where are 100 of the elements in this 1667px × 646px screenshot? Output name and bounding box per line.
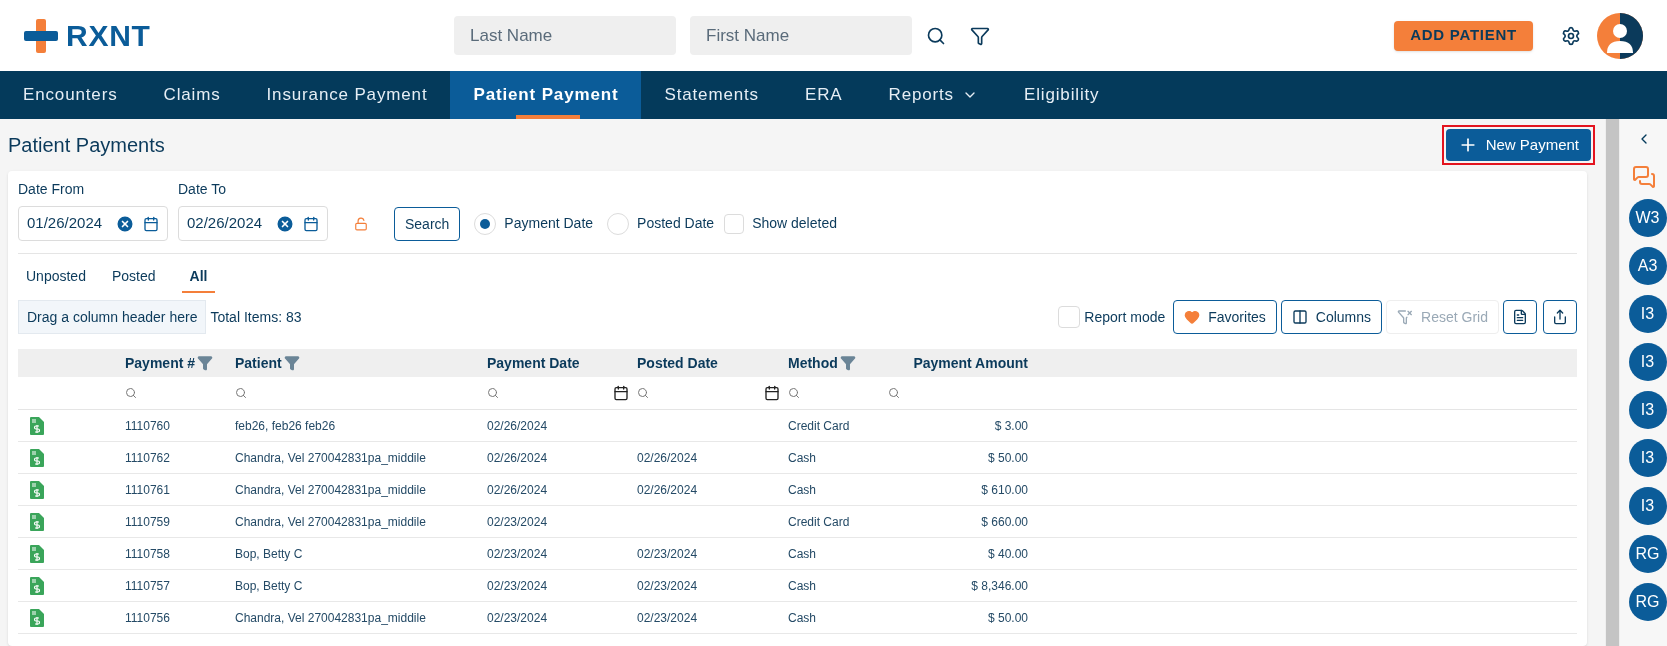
table-cell: 1110758 [125, 546, 170, 561]
logo-text: RXNT [66, 18, 151, 54]
table-cell: 02/23/2024 [487, 578, 548, 593]
settings-icon[interactable] [1561, 25, 1581, 46]
user-avatar[interactable]: I3 [1628, 439, 1667, 477]
filter-tab[interactable]: All [181, 266, 216, 293]
scrollbar[interactable] [1605, 119, 1620, 646]
table-cell: 1110760 [125, 418, 170, 433]
column-header[interactable]: Payment Date [487, 352, 580, 374]
table-cell: Cash [788, 450, 816, 465]
receipt-icon[interactable] [30, 448, 44, 467]
table-cell: 1110761 [125, 482, 170, 497]
receipt-icon[interactable] [30, 608, 44, 627]
user-avatar[interactable]: I3 [1628, 391, 1667, 429]
nav-tab[interactable]: Encounters [0, 71, 141, 119]
table-cell: $ 610.00 [981, 482, 1028, 497]
heart-icon [1184, 309, 1201, 325]
filter-icon[interactable] [970, 25, 990, 46]
table-cell: 1110757 [125, 578, 170, 593]
column-filter-icon[interactable] [197, 355, 214, 371]
receipt-icon[interactable] [30, 480, 44, 499]
column-header[interactable]: Payment Amount [913, 352, 1028, 374]
nav-tab[interactable]: Eligibility [1001, 71, 1123, 119]
receipt-icon[interactable] [30, 512, 44, 531]
clear-icon[interactable] [275, 213, 295, 234]
search-icon[interactable] [926, 25, 946, 46]
table-cell: feb26, feb26 feb26 [235, 418, 336, 433]
table-cell: 1110762 [125, 450, 170, 465]
filter-tab[interactable]: Unposted [26, 266, 86, 293]
last-name-field[interactable]: Last Name [454, 16, 676, 55]
date-label: Date From [18, 180, 86, 199]
avatar-icon[interactable] [1597, 12, 1643, 59]
table-cell: 02/26/2024 [487, 482, 548, 497]
columns-icon [1291, 309, 1308, 325]
column-header[interactable]: Payment # [125, 352, 214, 374]
table-cell: $ 660.00 [981, 514, 1028, 529]
first-name-field[interactable]: First Name [690, 16, 912, 55]
total-items: Total Items: 83 [210, 307, 302, 327]
group-drop-area: Drag a column header here [18, 300, 207, 334]
pdf-export-button[interactable] [1503, 300, 1537, 334]
date-field[interactable]: 01/26/2024 [18, 206, 168, 241]
nav-tab[interactable]: Insurance Payment [243, 71, 451, 119]
table-cell: $ 50.00 [987, 450, 1028, 465]
active-tab-underline [516, 115, 581, 119]
table-cell: 02/23/2024 [637, 546, 698, 561]
table-cell: 02/23/2024 [487, 546, 548, 561]
receipt-icon[interactable] [30, 576, 44, 595]
table-cell: 02/26/2024 [487, 450, 548, 465]
column-filter-icon[interactable] [283, 355, 300, 371]
date-label: Date To [178, 180, 227, 199]
nav-tab[interactable]: Patient Payment [450, 71, 642, 119]
table-cell: Cash [788, 546, 816, 561]
calendar-icon[interactable] [143, 215, 159, 232]
calendar-icon[interactable] [613, 385, 629, 401]
add-patient-button[interactable]: ADD PATIENT [1394, 20, 1533, 51]
table-cell: 02/23/2024 [487, 514, 548, 529]
user-avatar[interactable]: I3 [1628, 343, 1667, 381]
user-avatar[interactable]: I3 [1628, 295, 1667, 333]
user-avatar[interactable]: RG [1628, 583, 1667, 621]
table-cell: Bop, Betty C [235, 578, 303, 593]
table-cell: Cash [788, 482, 816, 497]
nav-tab[interactable]: ERA [782, 71, 866, 119]
table-cell: Credit Card [788, 514, 850, 529]
nav-tab[interactable]: Claims [140, 71, 244, 119]
filter-off-icon [1397, 309, 1414, 325]
table-cell: 02/26/2024 [637, 450, 698, 465]
export-icon [1552, 309, 1568, 325]
filter-tab[interactable]: Posted [111, 266, 156, 293]
user-avatar[interactable]: A3 [1628, 247, 1667, 285]
new-payment-button[interactable]: New Payment [1445, 129, 1591, 161]
chat-icon[interactable] [1631, 165, 1656, 189]
calendar-icon[interactable] [303, 215, 319, 232]
nav-tab[interactable]: Statements [641, 71, 782, 119]
user-avatar[interactable]: W3 [1628, 199, 1667, 237]
receipt-icon[interactable] [30, 416, 44, 435]
user-avatar[interactable]: RG [1628, 535, 1667, 573]
table-cell: Chandra, Vel 270042831pa_middile [235, 482, 426, 497]
column-filter-icon[interactable] [839, 355, 856, 371]
receipt-icon[interactable] [30, 544, 44, 563]
column-header[interactable]: Posted Date [637, 352, 718, 374]
clear-icon[interactable] [115, 213, 135, 234]
table-cell: $ 8,346.00 [971, 578, 1028, 593]
search-button[interactable]: Search [394, 207, 461, 241]
table-cell: Bop, Betty C [235, 546, 303, 561]
unlock-icon[interactable] [354, 217, 368, 231]
radio-label: Posted Date [637, 214, 715, 233]
checkbox[interactable] [724, 213, 745, 234]
table-cell: Cash [788, 578, 816, 593]
calendar-icon[interactable] [764, 385, 780, 401]
column-header[interactable]: Method [788, 352, 856, 374]
toolbar-button[interactable]: Columns [1280, 300, 1383, 334]
toolbar-button[interactable]: Favorites [1173, 300, 1277, 334]
date-field[interactable]: 02/26/2024 [178, 206, 328, 241]
checkbox-label: Report mode [1084, 307, 1166, 327]
export-button[interactable] [1543, 300, 1577, 334]
table-cell: Credit Card [788, 418, 850, 433]
nav-tab[interactable]: Reports [865, 71, 1001, 119]
checkbox[interactable] [1058, 306, 1081, 328]
user-avatar[interactable]: I3 [1628, 487, 1667, 525]
column-header[interactable]: Patient [235, 352, 300, 374]
